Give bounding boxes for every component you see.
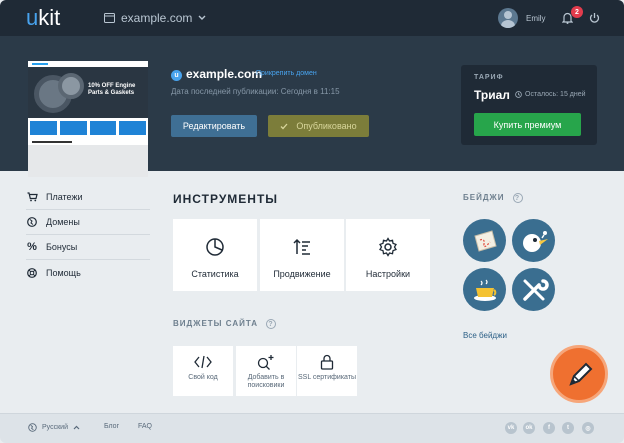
sidebar-item-label: Платежи: [46, 192, 83, 202]
coffee-cup-icon: [473, 279, 496, 301]
tool-label: Настройки: [365, 269, 411, 279]
app-window: ukit example.com Emily 2 10% OFF Engine …: [0, 0, 624, 443]
help-icon[interactable]: ?: [266, 319, 276, 329]
percent-icon: %: [27, 241, 37, 253]
site-selector-label: example.com: [121, 11, 193, 25]
globe-icon: [28, 423, 37, 432]
tools-title: ИНСТРУМЕНТЫ: [173, 192, 279, 206]
logo-suffix: kit: [38, 5, 61, 30]
footer: Русский Блог FAQ vk ok f t ◎: [0, 413, 624, 443]
wrench-screwdriver-icon: [522, 278, 549, 301]
sidebar-item-label: Бонусы: [46, 242, 78, 252]
widgets-title: ВИДЖЕТЫ САЙТА?: [173, 319, 276, 329]
top-nav: ukit example.com Emily 2: [0, 0, 624, 36]
published-label: Опубликовано: [296, 121, 357, 131]
map-icon: [473, 229, 497, 252]
browser-window-icon: [104, 13, 115, 23]
logo-prefix: u: [26, 5, 39, 30]
buy-premium-button[interactable]: Купить премиум: [474, 113, 581, 136]
power-icon[interactable]: [589, 12, 600, 24]
pencil-icon: [569, 362, 593, 386]
blog-link[interactable]: Блог: [104, 423, 119, 430]
check-icon: [280, 123, 288, 129]
lifebuoy-icon: [26, 267, 38, 278]
badges-title: БЕЙДЖИ?: [463, 193, 523, 203]
bird-icon: [522, 230, 548, 252]
language-label: Русский: [42, 424, 68, 431]
widget-ssl[interactable]: SSL сертификаты: [297, 346, 357, 396]
code-icon: [194, 355, 212, 369]
sidebar-item-help[interactable]: Помощь: [26, 260, 150, 285]
site-name: example.com: [186, 67, 263, 81]
instagram-icon[interactable]: ◎: [582, 422, 594, 434]
user-name: Emily: [526, 13, 546, 23]
site-icon: u: [171, 70, 182, 81]
cart-icon: [26, 192, 38, 202]
widget-custom-code[interactable]: Свой код: [173, 346, 233, 396]
thumbnail-text: 10% OFF Engine Parts & Gaskets: [88, 83, 136, 96]
widget-label: Свой код: [188, 374, 218, 381]
tool-promotion[interactable]: Продвижение: [260, 219, 344, 291]
badges-title-text: БЕЙДЖИ: [463, 193, 505, 203]
tools-badge[interactable]: [512, 268, 555, 311]
thumbnail-banner: 10% OFF Engine Parts & Gaskets: [28, 61, 148, 118]
widget-label: Добавить в поисковики: [247, 374, 285, 389]
all-badges-link[interactable]: Все бейджи: [463, 331, 507, 340]
tool-label: Продвижение: [273, 269, 331, 279]
sidebar-item-payments[interactable]: Платежи: [26, 185, 150, 210]
language-selector[interactable]: Русский: [28, 423, 80, 432]
sort-icon: [293, 238, 310, 255]
lock-icon: [320, 354, 334, 370]
sidebar-item-domains[interactable]: Домены: [26, 210, 150, 235]
sidebar-item-bonuses[interactable]: % Бонусы: [26, 235, 150, 260]
pie-chart-icon: [206, 238, 224, 256]
vk-icon[interactable]: vk: [505, 422, 517, 434]
bird-badge[interactable]: [512, 219, 555, 262]
tool-statistics[interactable]: Статистика: [173, 219, 257, 291]
coffee-badge[interactable]: [463, 268, 506, 311]
attach-domain-link[interactable]: Прикрепить домен: [256, 70, 317, 77]
chevron-up-icon: [73, 425, 80, 430]
ok-icon[interactable]: ok: [523, 422, 535, 434]
widget-label: SSL сертификаты: [297, 374, 357, 381]
tool-settings[interactable]: Настройки: [346, 219, 430, 291]
map-badge[interactable]: [463, 219, 506, 262]
notification-count-badge: 2: [571, 6, 583, 18]
user-menu[interactable]: Emily: [498, 8, 546, 28]
avatar: [498, 8, 518, 28]
facebook-icon[interactable]: f: [543, 422, 555, 434]
plan-remaining-text: Осталось: 15 дней: [525, 91, 586, 98]
globe-icon: [26, 217, 38, 227]
edit-button[interactable]: Редактировать: [171, 115, 257, 137]
search-plus-icon: [257, 355, 274, 370]
plan-remaining: Осталось: 15 дней: [515, 91, 586, 98]
sidebar-item-label: Помощь: [46, 267, 81, 278]
chevron-down-icon: [198, 15, 206, 20]
tool-label: Статистика: [191, 269, 239, 279]
published-button[interactable]: Опубликовано: [268, 115, 369, 137]
editor-pencil-button[interactable]: [550, 345, 608, 403]
sidebar-item-label: Домены: [46, 217, 80, 227]
plan-panel: ТАРИФ Триал Осталось: 15 дней Купить пре…: [461, 65, 597, 145]
ukit-logo[interactable]: ukit: [26, 5, 60, 31]
clock-icon: [515, 91, 522, 98]
site-selector[interactable]: example.com: [104, 11, 206, 25]
widget-search-engines[interactable]: Добавить в поисковики: [236, 346, 296, 396]
widgets-title-text: ВИДЖЕТЫ САЙТА: [173, 319, 258, 329]
twitter-icon[interactable]: t: [562, 422, 574, 434]
last-published-text: Дата последней публикации: Сегодня в 11:…: [171, 87, 340, 96]
plan-label: ТАРИФ: [474, 74, 504, 81]
help-icon[interactable]: ?: [512, 193, 523, 203]
gear-icon: [379, 237, 397, 257]
site-thumbnail[interactable]: 10% OFF Engine Parts & Gaskets: [28, 61, 148, 177]
plan-name: Триал: [474, 88, 510, 102]
site-hero: 10% OFF Engine Parts & Gaskets u example…: [0, 36, 624, 177]
faq-link[interactable]: FAQ: [138, 423, 152, 430]
